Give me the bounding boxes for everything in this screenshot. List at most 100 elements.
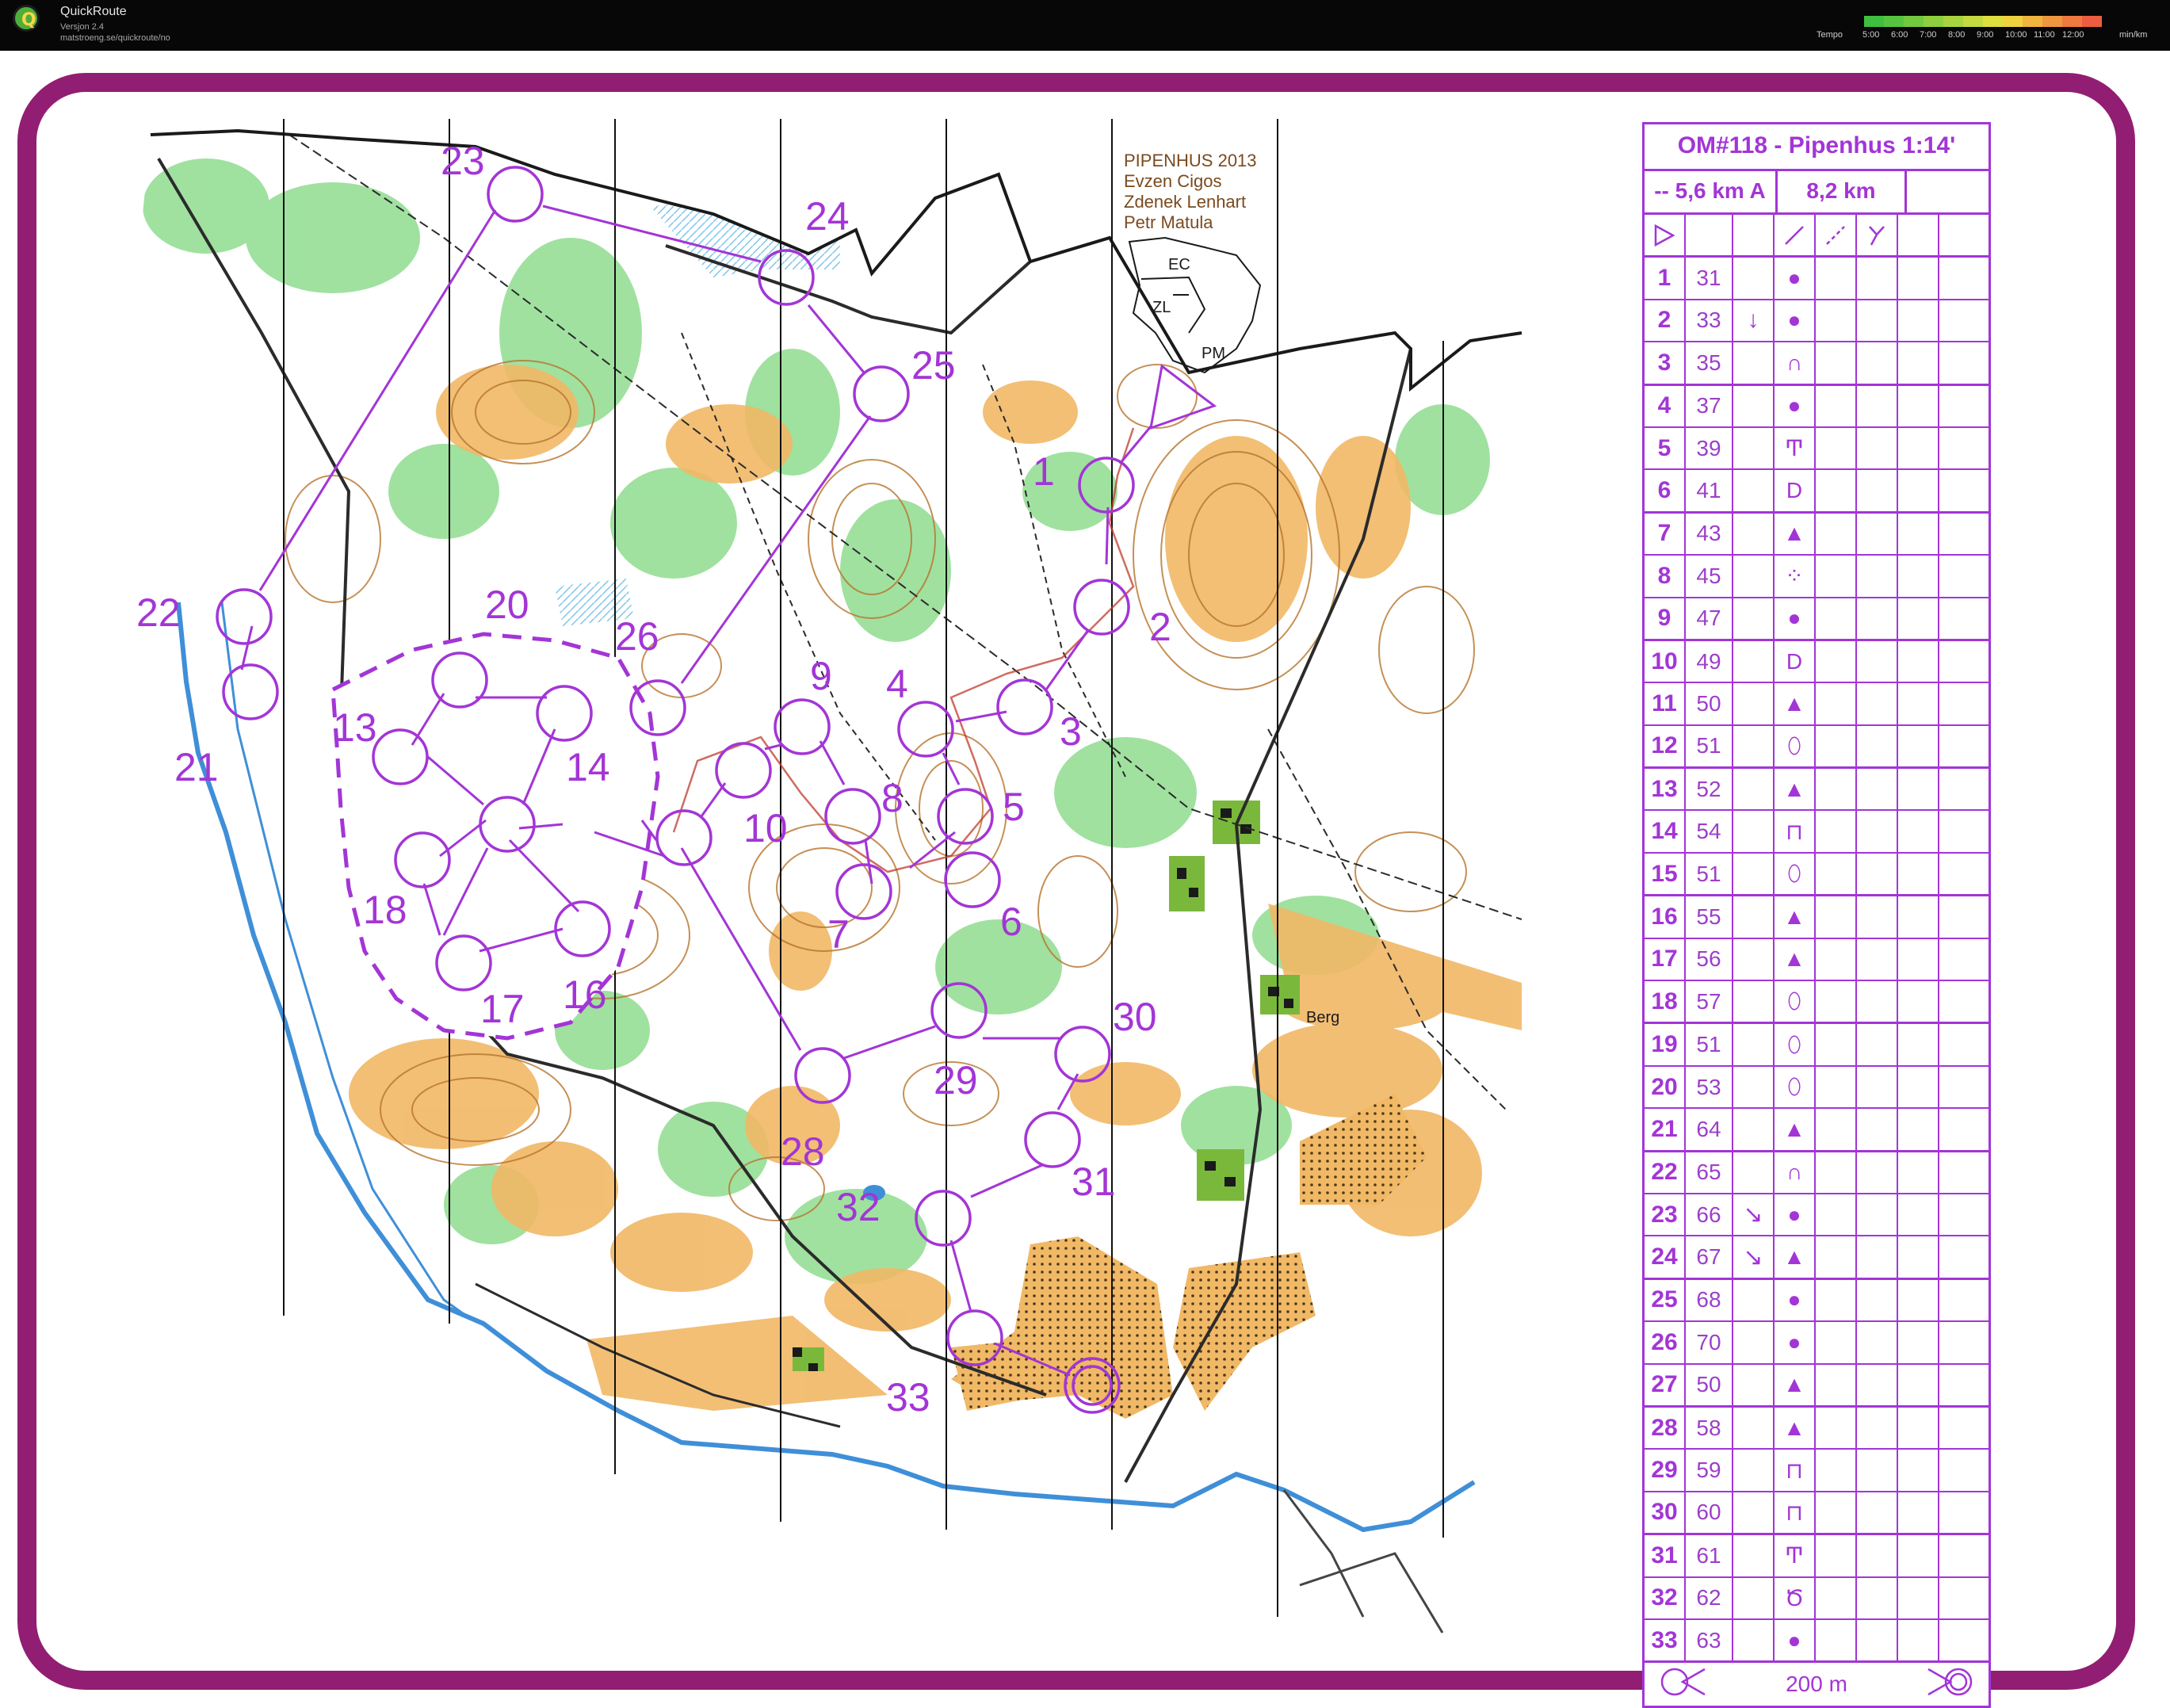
direction-icon: [1733, 1535, 1775, 1576]
control-row: 3 35 ∩: [1645, 342, 1989, 386]
control-number: 18: [1645, 981, 1686, 1022]
control-number: 11: [1645, 683, 1686, 724]
control-code: 51: [1686, 853, 1733, 895]
empty-cell: [1898, 725, 1939, 767]
credit-line-2: Evzen Cigos: [1124, 171, 1222, 191]
control-code: 49: [1686, 640, 1733, 682]
finish-distance: 200 m: [1786, 1672, 1847, 1697]
control-code: 52: [1686, 769, 1733, 810]
control-number: 10: [1645, 640, 1686, 682]
control-label-2: 2: [1149, 605, 1171, 649]
empty-cell: [1939, 1280, 1981, 1320]
empty-cell: [1816, 300, 1857, 342]
control-row: 8 45 ⁘: [1645, 556, 1989, 598]
start-symbol-icon: [1645, 215, 1686, 256]
empty-cell: [1857, 300, 1898, 342]
control-row: 4 37 ●: [1645, 385, 1989, 428]
direction-icon: ↘: [1733, 1194, 1775, 1236]
control-row: 13 52 ▲: [1645, 769, 1989, 812]
empty-cell: [1898, 258, 1939, 299]
direction-icon: [1733, 427, 1775, 469]
empty-cell: [1898, 1152, 1939, 1193]
empty-cell: [1816, 1152, 1857, 1193]
empty-cell: [1816, 1109, 1857, 1150]
control-label-29: 29: [934, 1058, 978, 1102]
empty-cell: [1898, 1194, 1939, 1236]
empty-cell: [1898, 896, 1939, 938]
control-row: 23 66 ↘ ●: [1645, 1194, 1989, 1237]
control-code: 65: [1686, 1152, 1733, 1193]
feature-symbol-icon: ⊓: [1775, 1450, 1816, 1491]
empty-cell: [1939, 641, 1981, 682]
feature-symbol-icon: D: [1775, 640, 1816, 682]
empty-cell: [1857, 1407, 1898, 1449]
control-code: 54: [1686, 811, 1733, 852]
empty-cell: [1816, 1322, 1857, 1363]
empty-cell: [1857, 1450, 1898, 1491]
control-row: 33 63 ●: [1645, 1619, 1989, 1664]
empty-cell: [1898, 598, 1939, 639]
direction-icon: [1733, 556, 1775, 597]
control-number: 3: [1645, 342, 1686, 384]
empty-cell: [1939, 1067, 1981, 1107]
empty-cell: [1857, 1024, 1898, 1065]
control-label-21: 21: [174, 745, 219, 789]
control-number: 23: [1645, 1194, 1686, 1236]
direction-icon: [1733, 598, 1775, 639]
empty-cell: [1898, 1364, 1939, 1405]
control-number: 17: [1645, 938, 1686, 980]
empty-cell: [1816, 598, 1857, 639]
finish-row: 200 m: [1645, 1663, 1989, 1706]
empty-cell: [1816, 1535, 1857, 1576]
direction-icon: [1733, 1109, 1775, 1150]
empty-cell: [1857, 513, 1898, 555]
control-label-26: 26: [615, 614, 659, 659]
dashed-slash-icon: [1816, 215, 1857, 256]
empty-cell: [1857, 258, 1898, 299]
empty-cell: [1857, 853, 1898, 895]
empty-cell: [1857, 342, 1898, 384]
control-row: 31 61 Ͳ: [1645, 1535, 1989, 1578]
control-row: 9 47 ●: [1645, 598, 1989, 641]
direction-icon: [1733, 811, 1775, 852]
direction-icon: [1733, 1450, 1775, 1491]
empty-cell: [1939, 300, 1981, 341]
empty-cell: [1857, 1577, 1898, 1618]
direction-icon: [1733, 896, 1775, 938]
empty-cell: [1898, 938, 1939, 980]
direction-icon: [1733, 470, 1775, 511]
empty-cell: [1898, 769, 1939, 810]
road-junction: [1299, 1552, 1444, 1633]
feature-symbol-icon: ▲: [1775, 769, 1816, 810]
empty-cell: [1898, 1024, 1939, 1065]
direction-icon: ↘: [1733, 1236, 1775, 1278]
control-number: 4: [1645, 385, 1686, 426]
direction-icon: [1733, 1024, 1775, 1065]
empty-cell: [1816, 640, 1857, 682]
empty-cell: [1857, 640, 1898, 682]
empty-cell: [1939, 939, 1981, 980]
control-row: 19 51 ⬯: [1645, 1024, 1989, 1067]
control-number: 2: [1645, 300, 1686, 342]
direction-icon: [1733, 385, 1775, 426]
control-row: 32 62 Ծ: [1645, 1577, 1989, 1620]
control-label-13: 13: [333, 705, 377, 750]
sector-ec: EC: [1168, 256, 1190, 273]
direction-icon: [1733, 981, 1775, 1022]
course-class: -- 5,6 km A: [1645, 171, 1778, 212]
empty-cell: [1857, 385, 1898, 426]
direction-icon: [1733, 769, 1775, 810]
empty-cell: [1816, 1194, 1857, 1236]
empty-cell: [1939, 1408, 1981, 1448]
control-row: 21 64 ▲: [1645, 1109, 1989, 1152]
empty-cell: [1939, 258, 1981, 298]
control-label-30: 30: [1113, 995, 1157, 1039]
control-number: 7: [1645, 513, 1686, 555]
control-row: 26 70 ●: [1645, 1322, 1989, 1365]
credit-line-1: PIPENHUS 2013: [1124, 151, 1257, 170]
feature-symbol-icon: ⁘: [1775, 556, 1816, 597]
empty-cell: [1857, 1236, 1898, 1278]
empty-cell: [1816, 556, 1857, 597]
control-code: 60: [1686, 1492, 1733, 1534]
feature-symbol-icon: ▲: [1775, 1109, 1816, 1150]
